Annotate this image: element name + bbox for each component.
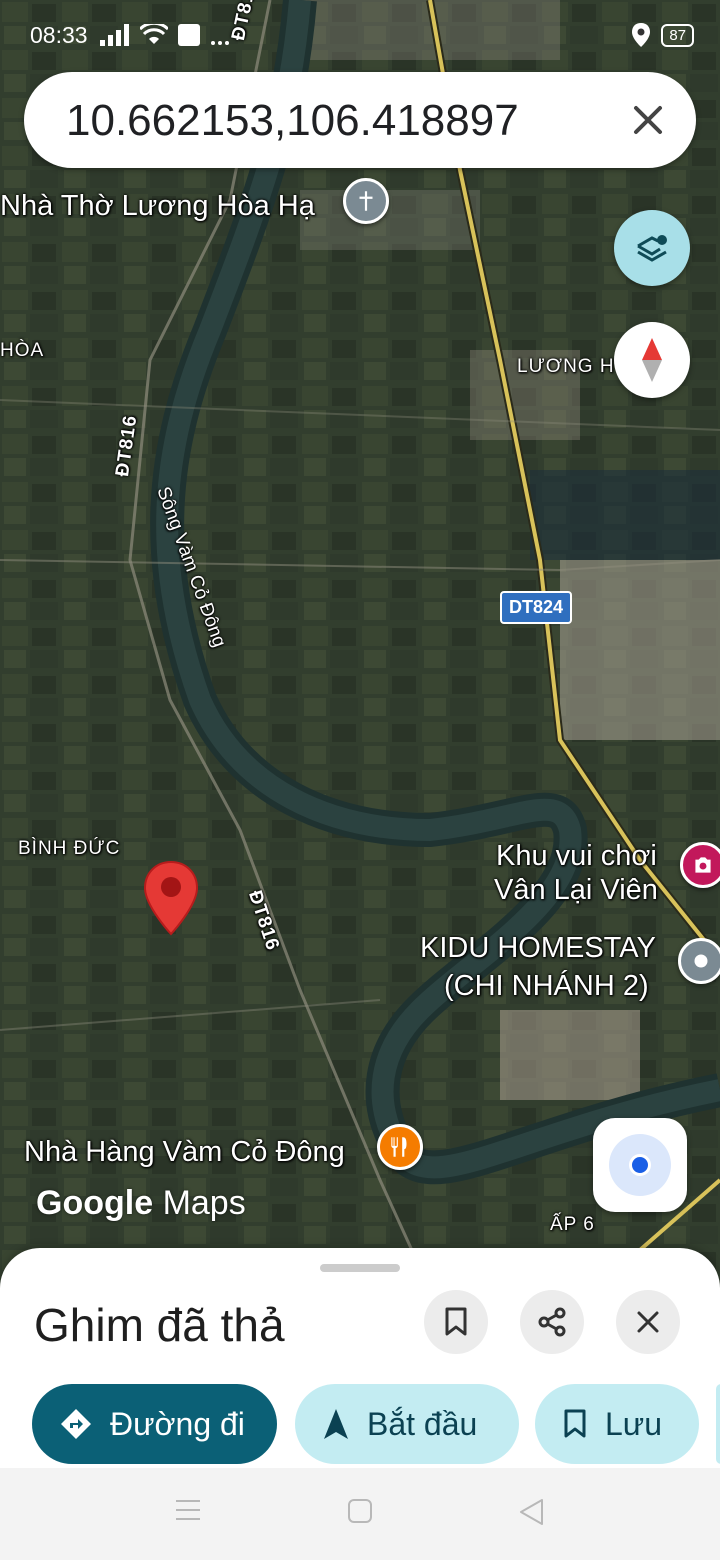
start-navigation-button[interactable]: Bắt đầu: [295, 1384, 519, 1464]
place-label-hoa: HÒA: [0, 340, 45, 361]
sheet-drag-handle[interactable]: [320, 1264, 400, 1272]
back-button[interactable]: [518, 1498, 544, 1531]
dropped-pin-icon[interactable]: [143, 860, 199, 936]
bookmark-icon: [445, 1307, 467, 1336]
share-icon: [538, 1307, 566, 1337]
recent-apps-button[interactable]: [174, 1498, 202, 1527]
place-label-luong-h: LƯƠNG H: [517, 356, 615, 377]
place-label-restaurant[interactable]: Nhà Hàng Vàm Cỏ Đông: [24, 1136, 345, 1169]
directions-label: Đường đi: [110, 1405, 245, 1442]
sheet-title: Ghim đã thả: [34, 1299, 285, 1351]
lodging-icon[interactable]: [678, 938, 720, 984]
search-query[interactable]: 10.662153,106.418897: [66, 96, 519, 146]
save-button[interactable]: Lưu: [535, 1384, 699, 1464]
google-maps-logo: Google Maps: [36, 1184, 246, 1222]
camera-icon[interactable]: [680, 842, 720, 888]
home-square-icon: [348, 1499, 372, 1523]
place-label-park-line1[interactable]: Khu vui chơi: [496, 840, 657, 873]
place-label-homestay-line1[interactable]: KIDU HOMESTAY: [420, 932, 656, 965]
church-icon[interactable]: [343, 178, 389, 224]
map-view[interactable]: Nhà Thờ Lương Hòa Hạ HÒA LƯƠNG H ĐT816 Đ…: [0, 0, 720, 1290]
save-bookmark-button[interactable]: [424, 1290, 488, 1354]
place-label-homestay-line2[interactable]: (CHI NHÁNH 2): [444, 970, 649, 1003]
directions-button[interactable]: Đường đi: [32, 1384, 277, 1464]
share-button[interactable]: [520, 1290, 584, 1354]
home-button[interactable]: [347, 1498, 373, 1529]
more-notifications-icon: [211, 41, 229, 45]
navigation-arrow-icon: [324, 1409, 348, 1439]
compass-button[interactable]: [614, 322, 690, 398]
menu-icon: [176, 1500, 200, 1520]
search-bar[interactable]: 10.662153,106.418897: [24, 72, 696, 168]
status-bar: 08:33 87: [0, 0, 720, 72]
battery-indicator: 87: [661, 23, 694, 47]
back-triangle-icon: [520, 1499, 543, 1525]
save-label: Lưu: [605, 1405, 663, 1442]
layers-icon: [637, 235, 667, 262]
location-icon: [632, 23, 651, 47]
more-actions-chip[interactable]: [716, 1384, 720, 1464]
route-shield-dt824: DT824: [500, 591, 573, 624]
place-label-ap6: ẤP 6: [550, 1214, 595, 1235]
clear-search-button[interactable]: [624, 96, 672, 144]
status-time: 08:33: [30, 22, 88, 48]
directions-icon: [61, 1409, 91, 1439]
wifi-icon: [140, 24, 168, 44]
restaurant-icon[interactable]: [377, 1124, 423, 1170]
signal-icon: [100, 24, 129, 46]
my-location-button[interactable]: [593, 1118, 687, 1212]
start-label: Bắt đầu: [367, 1405, 478, 1442]
bookmark-icon: [564, 1409, 586, 1438]
place-bottom-sheet[interactable]: Ghim đã thả Đường đi Bắt đầu Lưu: [0, 1248, 720, 1470]
close-icon: [634, 106, 662, 134]
compass-icon: [642, 338, 662, 382]
system-navigation-bar: [0, 1468, 720, 1560]
close-icon: [637, 1311, 659, 1333]
layers-button[interactable]: [614, 210, 690, 286]
my-location-icon: [609, 1134, 671, 1196]
place-label-binh-duc: BÌNH ĐỨC: [18, 838, 121, 859]
close-sheet-button[interactable]: [616, 1290, 680, 1354]
place-label-church[interactable]: Nhà Thờ Lương Hòa Hạ: [0, 190, 315, 223]
news-app-icon: [178, 24, 200, 46]
place-label-park-line2[interactable]: Vân Lại Viên: [494, 874, 658, 907]
